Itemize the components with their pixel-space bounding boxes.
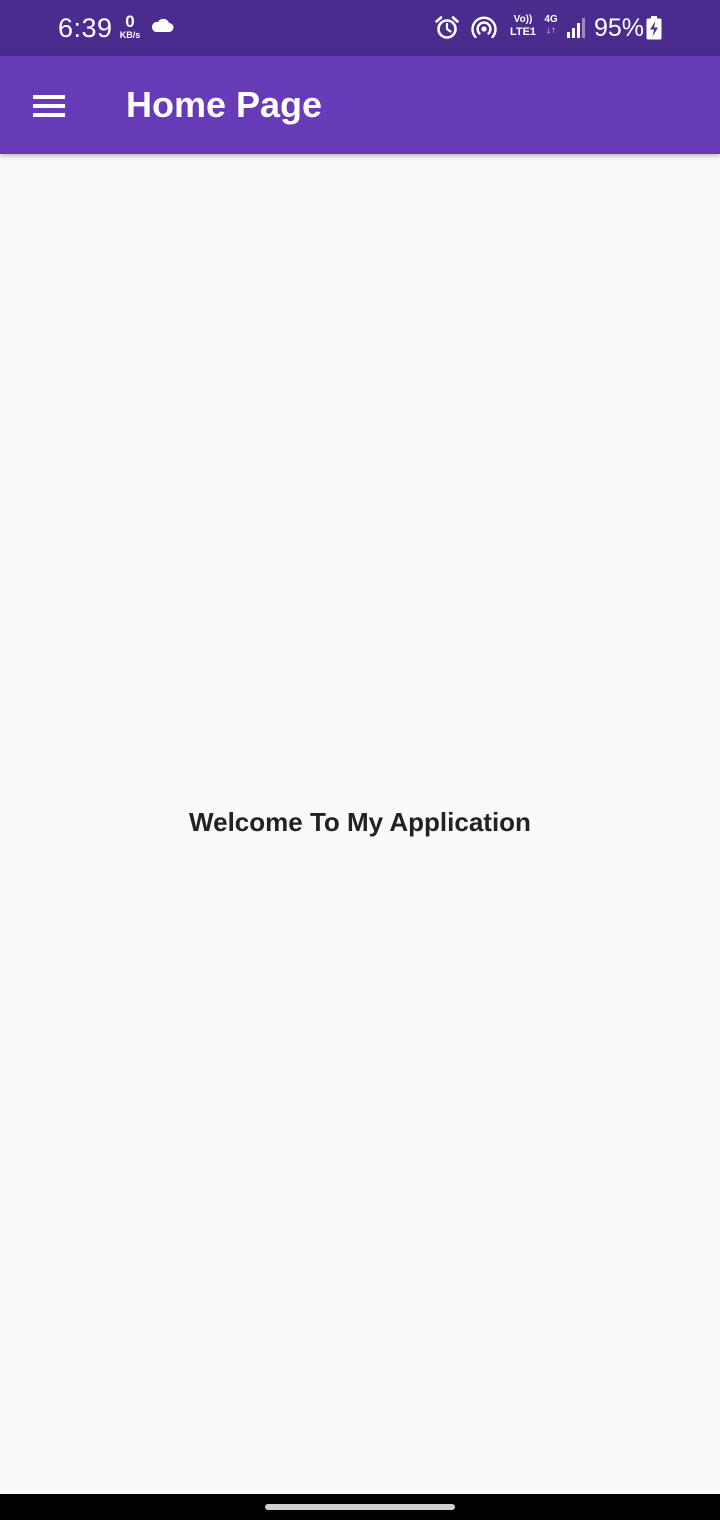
lte-label: LTE1 — [509, 26, 537, 38]
battery-charging-icon — [646, 16, 662, 45]
network-type-indicator: 4G ↓↑ — [541, 15, 561, 36]
network-speed-value: 0 — [125, 12, 135, 31]
menu-button[interactable] — [20, 80, 78, 130]
network-speed-unit: KB/s — [119, 30, 141, 40]
welcome-message: Welcome To My Application — [189, 807, 531, 837]
battery-percent: 95% — [594, 14, 645, 42]
screen: 6:39 0 KB/s Vo)) LTE1 4G ↓↑ 95% Home Pag… — [0, 0, 720, 1520]
status-bar: 6:39 0 KB/s Vo)) LTE1 4G ↓↑ 95% — [0, 0, 720, 56]
network-type-label: 4G — [544, 14, 558, 25]
signal-icon — [566, 17, 588, 44]
navigation-bar — [0, 1494, 720, 1520]
alarm-icon — [434, 15, 460, 46]
home-gesture-handle[interactable] — [265, 1504, 455, 1510]
volte-indicator: Vo)) LTE1 — [508, 15, 538, 38]
network-speed: 0 KB/s — [116, 13, 144, 40]
app-bar: Home Page — [0, 56, 720, 154]
status-time: 6:39 — [58, 13, 113, 43]
hamburger-menu-icon — [33, 94, 65, 123]
main-content: Welcome To My Application — [0, 154, 720, 1494]
cloud-icon — [150, 17, 174, 38]
data-activity-arrows-icon: ↓↑ — [546, 25, 556, 36]
hotspot-icon — [470, 15, 498, 46]
page-title: Home Page — [126, 84, 323, 125]
volte-label: Vo)) — [513, 14, 533, 25]
